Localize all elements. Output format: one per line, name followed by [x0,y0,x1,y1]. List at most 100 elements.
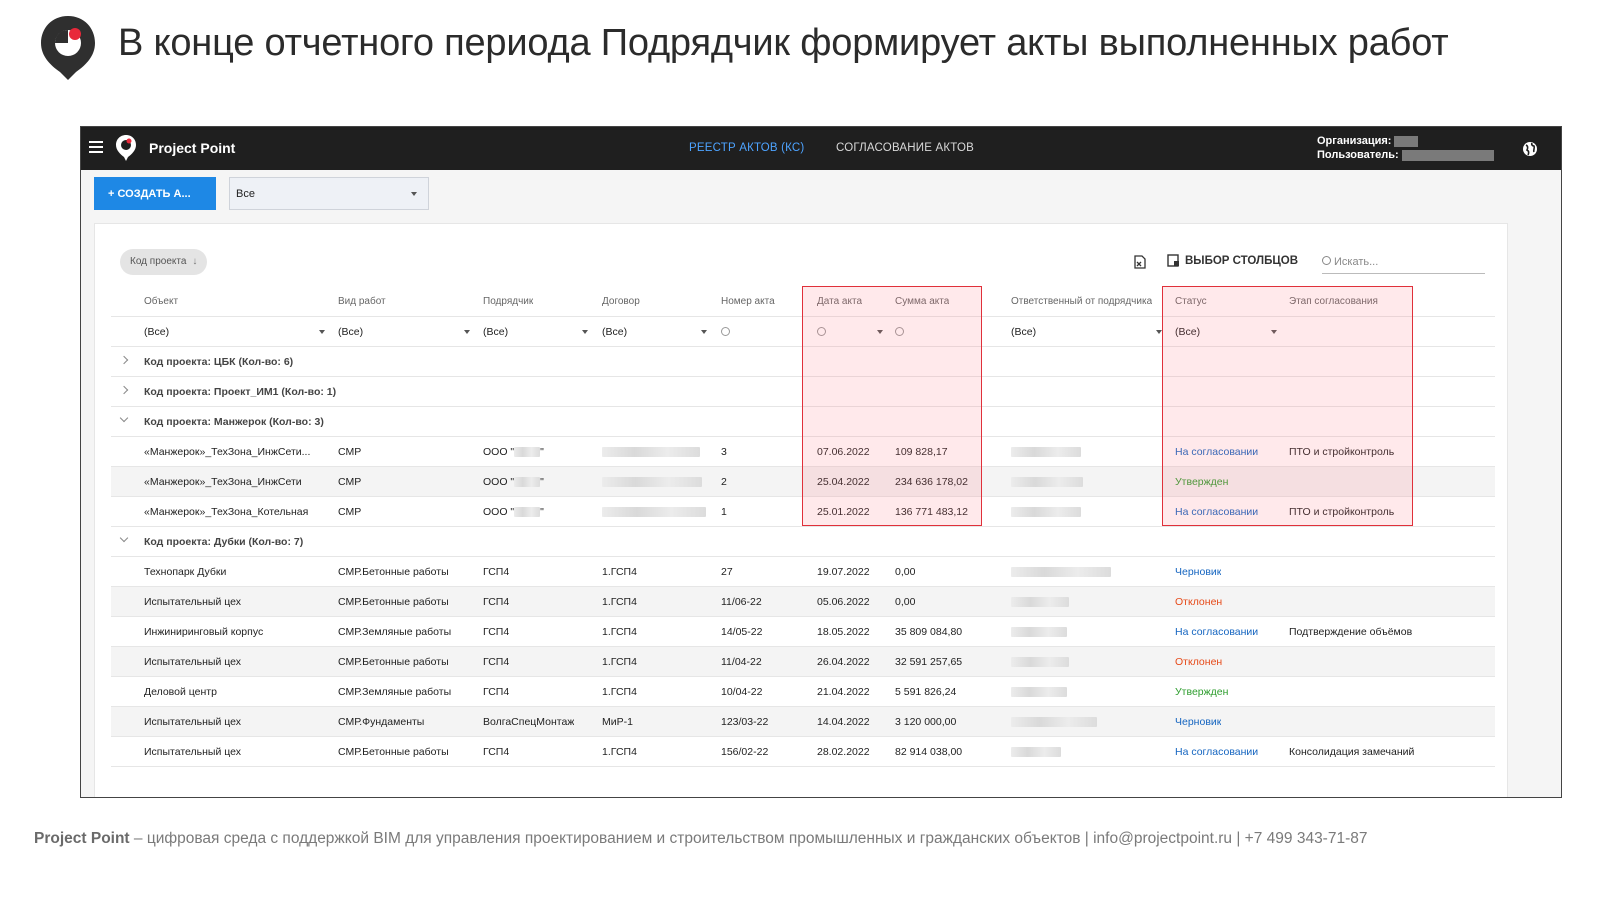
column-chooser-button[interactable]: ВЫБОР СТОЛБЦОВ [1167,254,1298,267]
tab-acts-registry[interactable]: РЕЕСТР АКТОВ (КС) [689,142,804,154]
redacted-responsible [1011,656,1069,667]
globe-icon[interactable] [1522,141,1538,157]
column-header-number[interactable]: Номер акта [721,286,775,316]
cell-object: Испытательный цех [144,715,241,728]
column-header-work[interactable]: Вид работ [338,286,386,316]
cell-contractor: ООО " " [483,467,544,496]
cell-act-number: 156/02-22 [721,745,769,758]
cell-object: Инжиниринговый корпус [144,625,264,638]
group-row[interactable]: Код проекта: Манжерок (Кол-во: 3) [111,407,1495,437]
table-header-row: Объект Вид работ Подрядчик Договор Номер акт… [111,286,1495,317]
sort-arrow-icon: ↓ [192,256,198,267]
cell-object: Технопарк Дубки [144,565,227,578]
cell-act-number: 123/03-22 [721,715,769,728]
cell-act-date: 21.04.2022 [817,685,870,698]
column-header-responsible[interactable]: Ответственный от подрядчика [1011,286,1152,316]
status-badge: Утвержден [1175,685,1229,698]
filter-contract[interactable]: (Все) [602,317,627,346]
cell-work-type: СМР [338,505,362,518]
cell-approval-stage: Консолидация замечаний [1289,745,1415,758]
user-label: Пользователь: [1317,149,1399,161]
column-header-sum[interactable]: Сумма акта [895,286,949,316]
cell-act-sum: 109 828,17 [895,445,948,458]
column-header-stage[interactable]: Этап согласования [1289,286,1378,316]
tab-acts-approval[interactable]: СОГЛАСОВАНИЕ АКТОВ [836,142,974,154]
create-act-button[interactable]: + СОЗДАТЬ А... [94,177,216,210]
brand-name: Project Point [149,140,236,156]
cell-act-number: 3 [721,445,727,458]
cell-act-number: 11/04-22 [721,655,762,668]
contractor-prefix: ООО " [483,475,515,488]
group-row[interactable]: Код проекта: Проект_ИМ1 (Кол-во: 1) [111,377,1495,407]
chevron-right-icon[interactable] [119,385,129,395]
chevron-down-icon[interactable] [119,413,129,423]
contractor-suffix: " [540,475,544,488]
group-row[interactable]: Код проекта: Дубки (Кол-во: 7) [111,527,1495,557]
search-icon[interactable] [817,327,826,336]
cell-contract: 1.ГСП4 [602,685,637,698]
redacted-contractor [514,506,541,517]
filter-object[interactable]: (Все) [144,317,169,346]
cell-act-sum: 234 636 178,02 [895,475,968,488]
cell-act-date: 14.04.2022 [817,715,870,728]
search-icon[interactable] [895,327,904,336]
chevron-down-icon [877,330,883,334]
table-row[interactable]: «Манжерок»_ТехЗона_Котельная СМР ООО " " 1 25… [111,497,1495,527]
redacted-contract [602,446,700,457]
cell-contractor: ООО " " [483,437,544,466]
cell-act-date: 05.06.2022 [817,595,870,608]
filter-responsible[interactable]: (Все) [1011,317,1036,346]
cell-work-type: СМР [338,475,362,488]
table-row[interactable]: Испытательный цех СМР.Фундаменты ВолгаСпец… [111,707,1495,737]
filter-work[interactable]: (Все) [338,317,363,346]
cell-act-date: 26.04.2022 [817,655,870,668]
cell-work-type: СМР [338,445,362,458]
hamburger-menu-icon[interactable] [89,141,103,153]
top-bar: Project Point РЕЕСТР АКТОВ (КС) СОГЛАСОВ… [81,127,1561,170]
table-row[interactable]: Испытательный цех СМР.Бетонные работы ГСП4… [111,737,1495,767]
cell-responsible [1011,617,1067,646]
redacted-responsible [1011,476,1083,487]
table-row[interactable]: Испытательный цех СМР.Бетонные работы ГСП4… [111,647,1495,677]
redacted-responsible [1011,566,1111,577]
filter-contractor[interactable]: (Все) [483,317,508,346]
table-row[interactable]: Деловой центр СМР.Земляные работы ГСП4 1.ГС… [111,677,1495,707]
chevron-right-icon[interactable] [119,355,129,365]
redacted-contract [602,476,702,487]
group-by-chip[interactable]: Код проекта ↓ [120,249,208,275]
redacted-contract [602,506,706,517]
cell-object: «Манжерок»_ТехЗона_ИнжСети... [144,445,311,458]
table-row[interactable]: Испытательный цех СМР.Бетонные работы ГСП4… [111,587,1495,617]
column-chooser-icon [1167,254,1179,267]
search-input[interactable]: Искать... [1322,252,1485,274]
filter-status[interactable]: (Все) [1175,317,1200,346]
search-icon[interactable] [721,327,730,336]
status-badge: Черновик [1175,715,1222,728]
chevron-down-icon[interactable] [119,533,129,543]
table-row[interactable]: «Манжерок»_ТехЗона_ИнжСети... СМР ООО " " 3 0… [111,437,1495,467]
cell-contract: 1.ГСП4 [602,655,637,668]
table-row[interactable]: Технопарк Дубки СМР.Бетонные работы ГСП4 1.… [111,557,1495,587]
group-row[interactable]: Код проекта: ЦБК (Кол-во: 6) [111,347,1495,377]
redacted-responsible [1011,746,1061,757]
cell-object: «Манжерок»_ТехЗона_ИнжСети [144,475,302,488]
column-header-contractor[interactable]: Подрядчик [483,286,533,316]
column-header-object[interactable]: Объект [144,286,178,316]
table-row[interactable]: «Манжерок»_ТехЗона_ИнжСети СМР ООО " " 2 25.0… [111,467,1495,497]
cell-act-date: 18.05.2022 [817,625,870,638]
column-header-contract[interactable]: Договор [602,286,640,316]
group-label: Код проекта: Манжерок (Кол-во: 3) [144,415,324,428]
redacted-contractor [514,446,541,457]
cell-contract: 1.ГСП4 [602,565,637,578]
redacted-responsible [1011,626,1067,637]
cell-act-number: 10/04-22 [721,685,763,698]
export-excel-icon[interactable] [1133,255,1147,269]
table-row[interactable]: Инжиниринговый корпус СМР.Земляные работы… [111,617,1495,647]
column-header-status[interactable]: Статус [1175,286,1207,316]
cell-act-date: 19.07.2022 [817,565,870,578]
slide-title: В конце отчетного периода Подрядчик форм… [118,22,1449,64]
column-header-date[interactable]: Дата акта [817,286,862,316]
status-filter-select[interactable]: Все [229,177,429,210]
redacted-contractor [514,476,541,487]
cell-approval-stage: Подтверждение объёмов [1289,625,1413,638]
